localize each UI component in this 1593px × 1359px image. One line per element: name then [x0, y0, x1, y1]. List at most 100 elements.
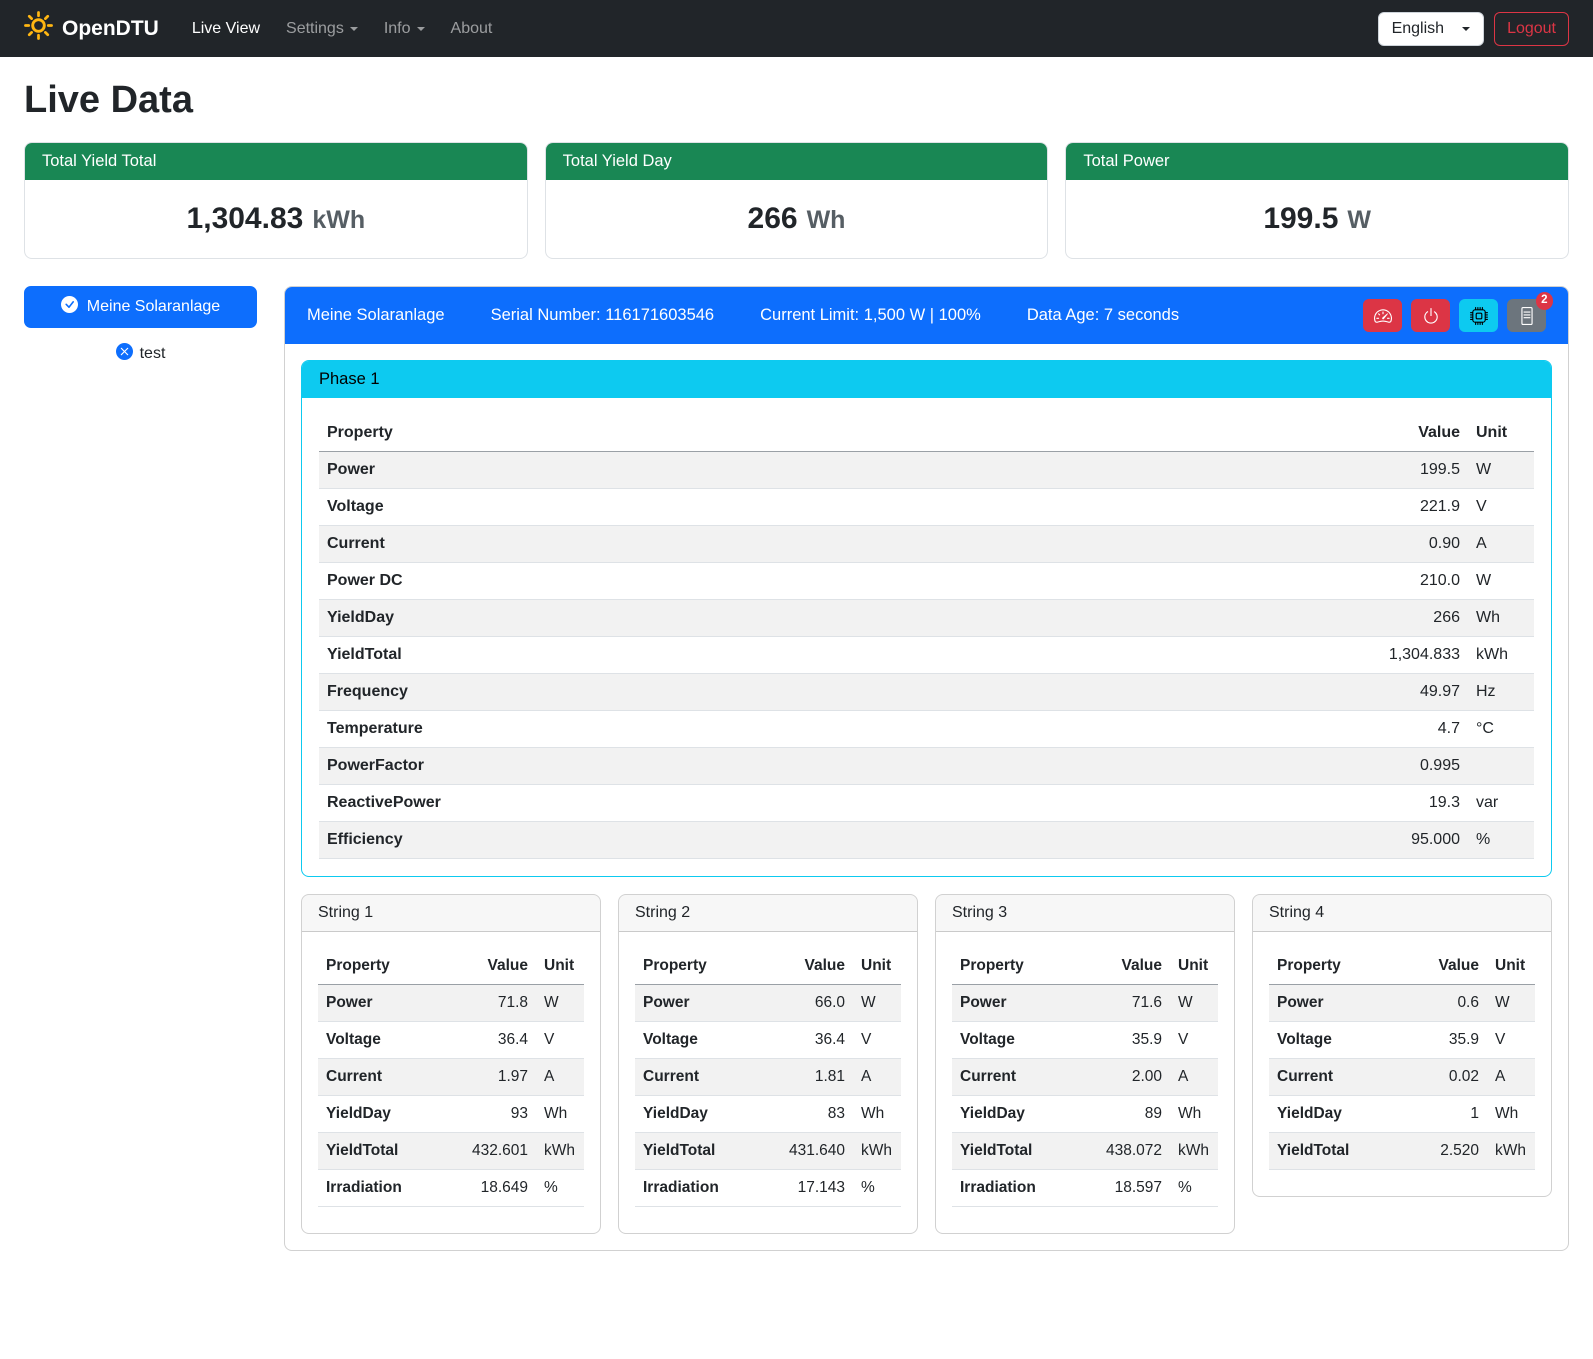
column-header-property: Property	[952, 948, 1098, 985]
logout-button[interactable]: Logout	[1494, 12, 1569, 46]
unit-cell: var	[1468, 785, 1534, 822]
table-row: YieldTotal 1,304.833 kWh	[319, 637, 1534, 674]
total-power-value: 199.5	[1263, 202, 1338, 235]
unit-cell: kWh	[1170, 1133, 1218, 1170]
column-header-value: Value	[464, 948, 536, 985]
table-row: Power 71.6 W	[952, 985, 1218, 1022]
unit-cell: Wh	[536, 1096, 584, 1133]
value-cell: 438.072	[1098, 1133, 1170, 1170]
unit-cell: W	[853, 985, 901, 1022]
column-header-unit: Unit	[1170, 948, 1218, 985]
table-row: YieldTotal 432.601 kWh	[318, 1133, 584, 1170]
power-settings-button[interactable]	[1411, 299, 1450, 332]
device-info-button[interactable]	[1459, 299, 1498, 332]
event-log-button[interactable]: 2	[1507, 299, 1546, 332]
value-cell: 2.00	[1098, 1059, 1170, 1096]
brand-link[interactable]: OpenDTU	[24, 11, 159, 46]
cpu-icon	[1470, 307, 1488, 325]
nav-settings[interactable]: Settings	[273, 12, 371, 46]
string-table-body: Power 71.6 W Voltage 35.9 V	[952, 985, 1218, 1207]
column-header-property: Property	[318, 948, 464, 985]
unit-cell: A	[1487, 1059, 1535, 1096]
table-header-row: Property Value Unit	[319, 415, 1534, 452]
table-row: YieldTotal 431.640 kWh	[635, 1133, 901, 1170]
value-cell: 71.6	[1098, 985, 1170, 1022]
table-row: YieldDay 1 Wh	[1269, 1096, 1535, 1133]
strings-grid: String 1 Property Value Unit	[301, 894, 1552, 1234]
property-cell: Power	[1269, 985, 1415, 1022]
table-row: Power DC 210.0 W	[319, 563, 1534, 600]
property-cell: YieldTotal	[318, 1133, 464, 1170]
string-card-body: Property Value Unit Power	[1253, 932, 1551, 1196]
value-cell: 19.3	[1333, 785, 1468, 822]
table-row: YieldDay 266 Wh	[319, 600, 1534, 637]
table-row: Irradiation 17.143 %	[635, 1170, 901, 1207]
table-header-row: Property Value Unit	[952, 948, 1218, 985]
value-cell: 36.4	[464, 1022, 536, 1059]
nav-about[interactable]: About	[438, 12, 506, 46]
table-row: Voltage 36.4 V	[318, 1022, 584, 1059]
phase-table: Property Value Unit Power	[319, 415, 1534, 859]
unit-cell: %	[536, 1170, 584, 1207]
table-row: Voltage 36.4 V	[635, 1022, 901, 1059]
inverter-data-age: Data Age: 7 seconds	[1027, 306, 1179, 325]
table-row: Temperature 4.7 °C	[319, 711, 1534, 748]
card-body: 199.5W	[1066, 180, 1568, 258]
inverter-card-header: Meine Solaranlage Serial Number: 1161716…	[285, 287, 1568, 344]
inverter-name: Meine Solaranlage	[307, 306, 445, 325]
column-header-value: Value	[1333, 415, 1468, 452]
summary-cards: Total Yield Total 1,304.83kWh Total Yiel…	[24, 142, 1569, 259]
inverter-tab-label: test	[140, 345, 166, 363]
unit-cell: kWh	[536, 1133, 584, 1170]
property-cell: YieldTotal	[635, 1133, 781, 1170]
value-cell: 0.6	[1415, 985, 1487, 1022]
string-4-card: String 4 Property Value Unit	[1252, 894, 1552, 1197]
language-select[interactable]: English	[1378, 12, 1484, 46]
unit-cell: Hz	[1468, 674, 1534, 711]
property-cell: Voltage	[635, 1022, 781, 1059]
inverter-tab-meine-solaranlage[interactable]: Meine Solaranlage	[24, 286, 257, 328]
property-cell: YieldTotal	[952, 1133, 1098, 1170]
unit-cell: V	[853, 1022, 901, 1059]
table-row: Voltage 221.9 V	[319, 489, 1534, 526]
total-yield-total-value: 1,304.83	[187, 202, 304, 235]
power-icon	[1422, 307, 1440, 325]
inverter-card: Meine Solaranlage Serial Number: 1161716…	[284, 286, 1569, 1251]
table-row: Current 0.90 A	[319, 526, 1534, 563]
unit-cell: Wh	[1487, 1096, 1535, 1133]
inverter-sidebar: Meine Solaranlage test	[24, 286, 257, 365]
nav-info[interactable]: Info	[371, 12, 438, 46]
value-cell: 49.97	[1333, 674, 1468, 711]
nav-live-view[interactable]: Live View	[179, 12, 273, 46]
value-cell: 35.9	[1098, 1022, 1170, 1059]
string-card-title: String 1	[302, 895, 600, 932]
table-row: Efficiency 95.000 %	[319, 822, 1534, 859]
limit-settings-button[interactable]	[1363, 299, 1402, 332]
value-cell: 89	[1098, 1096, 1170, 1133]
table-row: Current 1.97 A	[318, 1059, 584, 1096]
language-selected-value: English	[1392, 20, 1444, 38]
unit-cell: V	[1170, 1022, 1218, 1059]
property-cell: YieldDay	[318, 1096, 464, 1133]
unit-cell: W	[1468, 563, 1534, 600]
total-yield-day-value: 266	[748, 202, 798, 235]
event-count-badge: 2	[1536, 292, 1553, 310]
total-yield-day-unit: Wh	[807, 206, 846, 234]
table-row: Power 71.8 W	[318, 985, 584, 1022]
unit-cell	[1468, 748, 1534, 785]
table-row: Power 0.6 W	[1269, 985, 1535, 1022]
property-cell: Irradiation	[635, 1170, 781, 1207]
column-header-property: Property	[635, 948, 781, 985]
string-card-title: String 3	[936, 895, 1234, 932]
string-2-table: Property Value Unit Power	[635, 948, 901, 1207]
column-header-property: Property	[1269, 948, 1415, 985]
property-cell: Power	[318, 985, 464, 1022]
table-row: Current 1.81 A	[635, 1059, 901, 1096]
unit-cell: W	[1170, 985, 1218, 1022]
column-header-unit: Unit	[853, 948, 901, 985]
inverter-tab-test[interactable]: test	[24, 343, 257, 365]
unit-cell: A	[536, 1059, 584, 1096]
value-cell: 1.81	[781, 1059, 853, 1096]
string-card-body: Property Value Unit Power	[936, 932, 1234, 1233]
inverter-actions: 2	[1363, 299, 1546, 332]
